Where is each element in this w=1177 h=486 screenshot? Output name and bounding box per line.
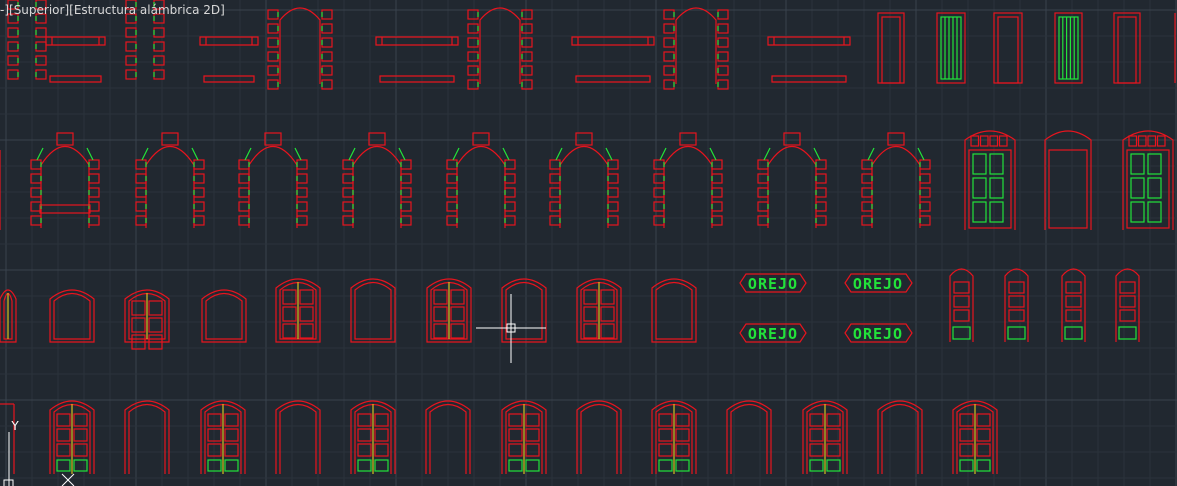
- orejo-label: OREJO: [853, 325, 903, 343]
- drawing-viewport[interactable]: OREJO OREJO OREJO OREJO Y: [0, 0, 1177, 486]
- orejo-label: OREJO: [853, 275, 903, 293]
- orejo-label: OREJO: [748, 275, 798, 293]
- viewport-controls-label[interactable]: -][Superior][Estructura alámbrica 2D]: [0, 3, 225, 17]
- ucs-y-label: Y: [10, 419, 19, 433]
- orejo-label: OREJO: [748, 325, 798, 343]
- viewport-background: [0, 0, 1177, 486]
